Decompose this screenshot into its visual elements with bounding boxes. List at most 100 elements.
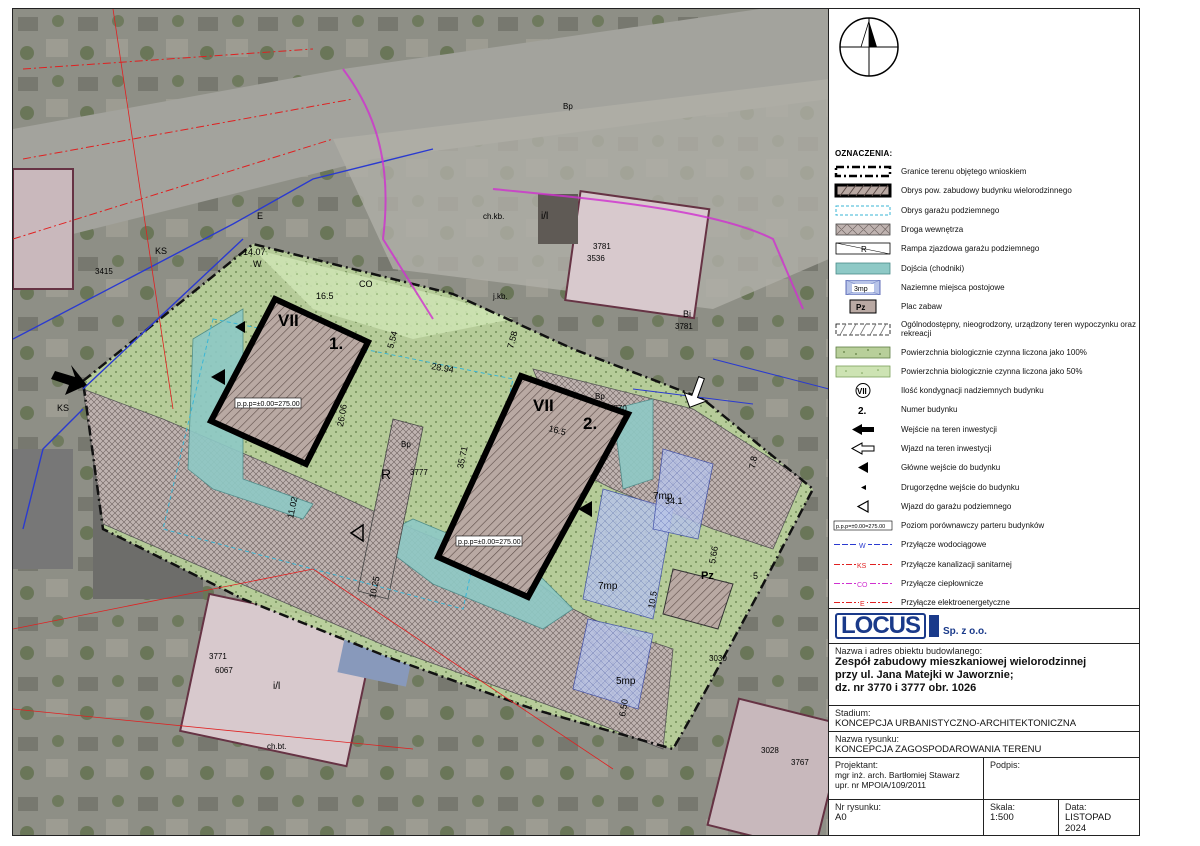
legend-item-heat: CO Przyłącze ciepłownicze	[831, 574, 1137, 593]
legend-label: Obrys garażu podziemnego	[901, 205, 1000, 215]
legend-item-recreation: Ogólnodostępny, nieogrodzony, urządzony …	[831, 316, 1137, 342]
legend-symbol-heat-icon: CO	[831, 576, 895, 591]
signature-label: Podpis:	[990, 760, 1021, 770]
svg-text:CO: CO	[857, 582, 868, 589]
parcel-3030: 3030	[709, 654, 727, 663]
co-label: CO	[359, 279, 373, 289]
drawing-sheet: VII 1. VII 2. p.p.p=±0.00=275.00 p.p.p=±…	[0, 0, 1200, 846]
legend-symbol-drive-icon	[831, 441, 895, 456]
legend-symbol-secondary_entry-icon	[831, 480, 895, 495]
drawing-number-cell: Nr rysunku: A0	[829, 800, 984, 836]
legend-symbol-green100-icon	[831, 345, 895, 360]
legend-symbol-garage-icon	[831, 203, 895, 218]
e-label: E	[257, 211, 263, 221]
parcel-3781-b: 3781	[675, 322, 693, 331]
legend-symbol-garage_entry-icon	[831, 499, 895, 514]
il-label-1: i/l	[541, 211, 548, 222]
legend-label: Poziom porównawczy parteru budynków	[901, 521, 1045, 531]
legend-item-road: Droga wewnętrza	[831, 220, 1137, 239]
ks-label-2: KS	[57, 403, 69, 413]
svg-text:VII: VII	[857, 387, 867, 396]
parcel-3767: 3767	[791, 758, 809, 767]
legend-item-garage: Obrys garażu podziemnego	[831, 201, 1137, 220]
parking-label-1: 7mp	[653, 491, 673, 502]
legend-label: Wjazd na teren inwestycji	[901, 444, 992, 453]
legend-list: Granice terenu objętego wnioskiem Obrys p…	[831, 162, 1137, 613]
building-1-floors: VII	[278, 311, 299, 330]
building-1-level: p.p.p=±0.00=275.00	[237, 401, 300, 408]
legend-label: Przyłącze ciepłownicze	[901, 579, 984, 589]
legend-symbol-boundary-icon	[831, 164, 895, 179]
legend-item-parking: 3mp Naziemne miejsca postojowe	[831, 278, 1137, 297]
parcel-3028: 3028	[761, 746, 779, 755]
logo-square-icon	[929, 615, 939, 637]
drawing-number-label: Nr rysunku:	[835, 802, 882, 812]
ks-label-1: KS	[155, 246, 167, 256]
date-value: LISTOPAD 2024	[1065, 812, 1112, 834]
legend-symbol-number-icon: 2.	[831, 402, 895, 417]
chkb-label: ch.kb.	[483, 212, 504, 221]
legend-symbol-recreation-icon	[831, 322, 895, 337]
parcel-3781-a: 3781	[593, 242, 611, 251]
legend-item-number: 2. Numer budynku	[831, 400, 1137, 419]
legend-symbol-level-icon: p.p.p=±0.00=275.00	[831, 518, 895, 533]
parcel-3771: 3771	[209, 652, 227, 661]
legend-label: Przyłącze wodociągowe	[901, 540, 987, 550]
legend-label: Wejście na teren inwestycji	[901, 424, 997, 434]
legend-label: Powierzchnia biologicznie czynna liczona…	[901, 366, 1083, 376]
legend-symbol-green50-icon	[831, 364, 895, 379]
legend-symbol-water-icon: W	[831, 537, 895, 552]
svg-text:Pz: Pz	[856, 303, 865, 312]
legend-label: Dojścia (chodniki)	[901, 263, 965, 273]
legend-symbol-walk-icon	[831, 261, 895, 276]
legend-item-water: W Przyłącze wodociągowe	[831, 535, 1137, 554]
legend-item-ramp: R Rampa zjazdowa garażu podziemnego	[831, 239, 1137, 258]
svg-text:2.: 2.	[858, 406, 867, 417]
title-block: LOCUS Sp. z o.o. Nazwa i adres obiektu b…	[828, 608, 1140, 836]
bp-label-2: Bp	[401, 440, 411, 449]
scale-label: Skala:	[990, 802, 1016, 812]
playground-label: Pz	[701, 570, 714, 582]
legend-label: Obrys pow. zabudowy budynku wielorodzinn…	[901, 186, 1072, 196]
scale-value: 1:500	[990, 812, 1014, 823]
parcel-3415: 3415	[95, 267, 113, 276]
legend-item-drive: Wjazd na teren inwestycji	[831, 439, 1137, 458]
parking-label-2: 7mp	[598, 581, 618, 592]
project-name-line-3: dz. nr 3770 i 3777 obr. 1026	[835, 682, 977, 694]
stadium-value: KONCEPCJA URBANISTYCZNO-ARCHITEKTONICZNA	[835, 718, 1077, 729]
legend-label: Przyłącze kanalizacji sanitarnej	[901, 559, 1012, 569]
legend-label: Numer budynku	[901, 405, 958, 415]
legend-symbol-entry-icon	[831, 422, 895, 437]
bi-label: Bi	[683, 309, 691, 319]
il-label-2: i/l	[273, 681, 280, 692]
logo-text: LOCUS	[835, 613, 926, 639]
designer-license: upr. nr MPOIA/109/2011	[835, 780, 927, 790]
logo-subtitle: Sp. z o.o.	[943, 626, 987, 637]
dim-1: 16.5	[316, 291, 334, 301]
ramp-label: R	[381, 466, 391, 482]
designer-label: Projektant:	[835, 760, 879, 770]
legend-label: Przyłącze elektroenergetyczne	[901, 598, 1010, 608]
site-plan-map: VII 1. VII 2. p.p.p=±0.00=275.00 p.p.p=±…	[12, 8, 830, 836]
legend-item-level: p.p.p=±0.00=275.00 Poziom porównawczy par…	[831, 516, 1137, 535]
legend-symbol-road-icon	[831, 222, 895, 237]
legend-item-sewer: KS Przyłącze kanalizacji sanitarnej	[831, 555, 1137, 574]
scale-cell: Skala: 1:500	[984, 800, 1059, 836]
dim-9: 14.07	[243, 247, 266, 257]
project-name-line-2: przy ul. Jana Matejki w Jaworznie;	[835, 669, 1014, 681]
legend-label: Rampa zjazdowa garażu podziemnego	[901, 244, 1040, 254]
legend-label: Drugorzędne wejście do budynku	[901, 482, 1020, 492]
legend-title: OZNACZENIA:	[835, 149, 893, 158]
legend-symbol-main_entry-icon	[831, 460, 895, 475]
date-cell: Data: LISTOPAD 2024	[1059, 800, 1139, 836]
company-logo: LOCUS Sp. z o.o.	[835, 613, 987, 639]
legend-symbol-sewer-icon: KS	[831, 557, 895, 572]
legend-label: Wjazd do garażu podziemnego	[901, 501, 1012, 511]
jkb-label: j.kb.	[492, 292, 508, 301]
bp-label-3: Bp	[595, 392, 605, 401]
legend-item-building: Obrys pow. zabudowy budynku wielorodzinn…	[831, 181, 1137, 200]
legend-label: Granice terenu objętego wnioskiem	[901, 167, 1027, 177]
parcel-3777: 3777	[410, 468, 428, 477]
legend-symbol-ramp-icon: R	[831, 241, 895, 256]
bp-label-1: Bp	[563, 102, 573, 111]
